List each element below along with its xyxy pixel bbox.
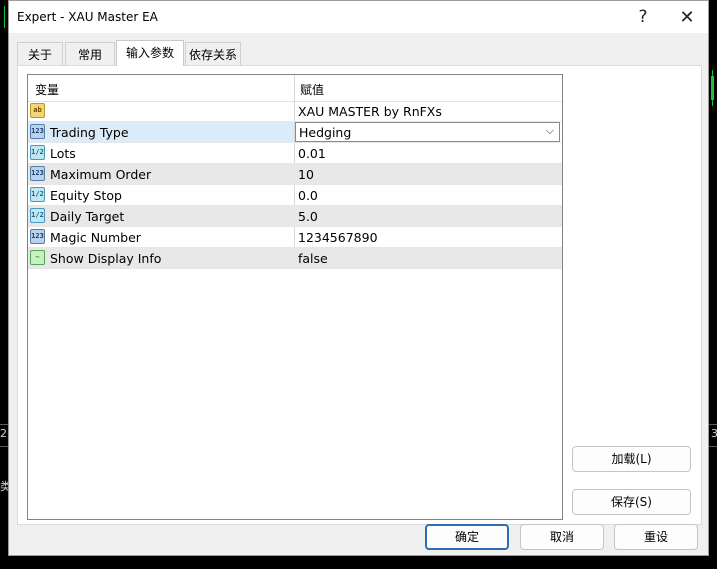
tab-about[interactable]: 关于 xyxy=(17,42,63,65)
tab-inputs[interactable]: 输入参数 xyxy=(116,40,184,66)
chevron-down-icon[interactable]: ⌵ xyxy=(546,124,554,138)
ok-button[interactable]: 确定 xyxy=(425,524,509,550)
help-button[interactable]: ? xyxy=(629,5,657,29)
param-value[interactable]: 1234567890 xyxy=(298,230,378,245)
expert-dialog: Expert - XAU Master EA ? ✕ 关于 常用 输入参数 依存… xyxy=(8,0,709,556)
reset-button[interactable]: 重设 xyxy=(614,524,698,550)
param-row-trading-type[interactable]: 123 Trading Type Hedging ⌵ xyxy=(28,122,562,143)
param-name: Show Display Info xyxy=(50,251,162,266)
param-value[interactable]: XAU MASTER by RnFXs xyxy=(298,104,442,119)
title-bar[interactable]: Expert - XAU Master EA ? ✕ xyxy=(9,1,708,33)
param-name-cell: 1/2 Daily Target xyxy=(28,206,294,226)
param-name-cell: 123 Trading Type xyxy=(28,122,294,142)
string-icon: ab xyxy=(30,103,45,118)
param-name-cell: ~ Show Display Info xyxy=(28,248,294,268)
integer-icon: 123 xyxy=(30,229,45,244)
param-name-cell: ab xyxy=(28,101,294,121)
help-icon: ? xyxy=(638,7,648,27)
param-value[interactable]: 0.0 xyxy=(298,188,318,203)
chart-candle xyxy=(712,70,713,106)
tab-common[interactable]: 常用 xyxy=(65,42,115,65)
chart-candle xyxy=(4,6,5,28)
param-name-cell: 123 Maximum Order xyxy=(28,164,294,184)
column-header-value[interactable]: 赋值 xyxy=(300,81,324,98)
save-button[interactable]: 保存(S) xyxy=(572,489,691,515)
param-value[interactable]: false xyxy=(298,251,328,266)
close-button[interactable]: ✕ xyxy=(673,5,701,29)
window-title: Expert - XAU Master EA xyxy=(17,10,158,24)
param-name: Maximum Order xyxy=(50,167,152,182)
param-row-daily-target[interactable]: 1/2 Daily Target 5.0 xyxy=(28,206,562,227)
chart-edge-label: 2 xyxy=(0,427,7,440)
tab-dependencies[interactable]: 依存关系 xyxy=(185,42,241,65)
param-row-magic-number[interactable]: 123 Magic Number 1234567890 xyxy=(28,227,562,248)
param-value[interactable]: 10 xyxy=(298,167,314,182)
param-name: Trading Type xyxy=(50,125,129,140)
bool-icon: ~ xyxy=(30,250,45,265)
trading-type-selected-value: Hedging xyxy=(299,125,352,140)
param-row-show-display-info[interactable]: ~ Show Display Info false xyxy=(28,248,562,269)
param-row-maximum-order[interactable]: 123 Maximum Order 10 xyxy=(28,164,562,185)
param-name: Equity Stop xyxy=(50,188,122,203)
param-row-comment[interactable]: ab XAU MASTER by RnFXs xyxy=(28,101,562,122)
param-name-cell: 123 Magic Number xyxy=(28,227,294,247)
column-header-variable[interactable]: 变量 xyxy=(35,81,59,98)
param-value[interactable]: 5.0 xyxy=(298,209,318,224)
cancel-button[interactable]: 取消 xyxy=(520,524,604,550)
double-icon: 1/2 xyxy=(30,208,45,223)
param-value[interactable]: 0.01 xyxy=(298,146,326,161)
param-name-cell: 1/2 Equity Stop xyxy=(28,185,294,205)
param-name: Daily Target xyxy=(50,209,125,224)
double-icon: 1/2 xyxy=(30,187,45,202)
double-icon: 1/2 xyxy=(30,145,45,160)
load-button[interactable]: 加载(L) xyxy=(572,446,691,472)
integer-icon: 123 xyxy=(30,166,45,181)
param-name: Lots xyxy=(50,146,76,161)
input-parameters-grid: 变量 赋值 ab XAU MASTER by RnFXs 123 Trading… xyxy=(27,74,563,520)
chart-edge-label: 3 xyxy=(711,427,717,440)
close-icon: ✕ xyxy=(679,6,695,28)
integer-icon: 123 xyxy=(30,124,45,139)
param-row-lots[interactable]: 1/2 Lots 0.01 xyxy=(28,143,562,164)
grid-header: 变量 赋值 xyxy=(28,75,562,102)
trading-type-select[interactable]: Hedging ⌵ xyxy=(295,122,560,142)
param-name: Magic Number xyxy=(50,230,141,245)
param-row-equity-stop[interactable]: 1/2 Equity Stop 0.0 xyxy=(28,185,562,206)
param-name-cell: 1/2 Lots xyxy=(28,143,294,163)
